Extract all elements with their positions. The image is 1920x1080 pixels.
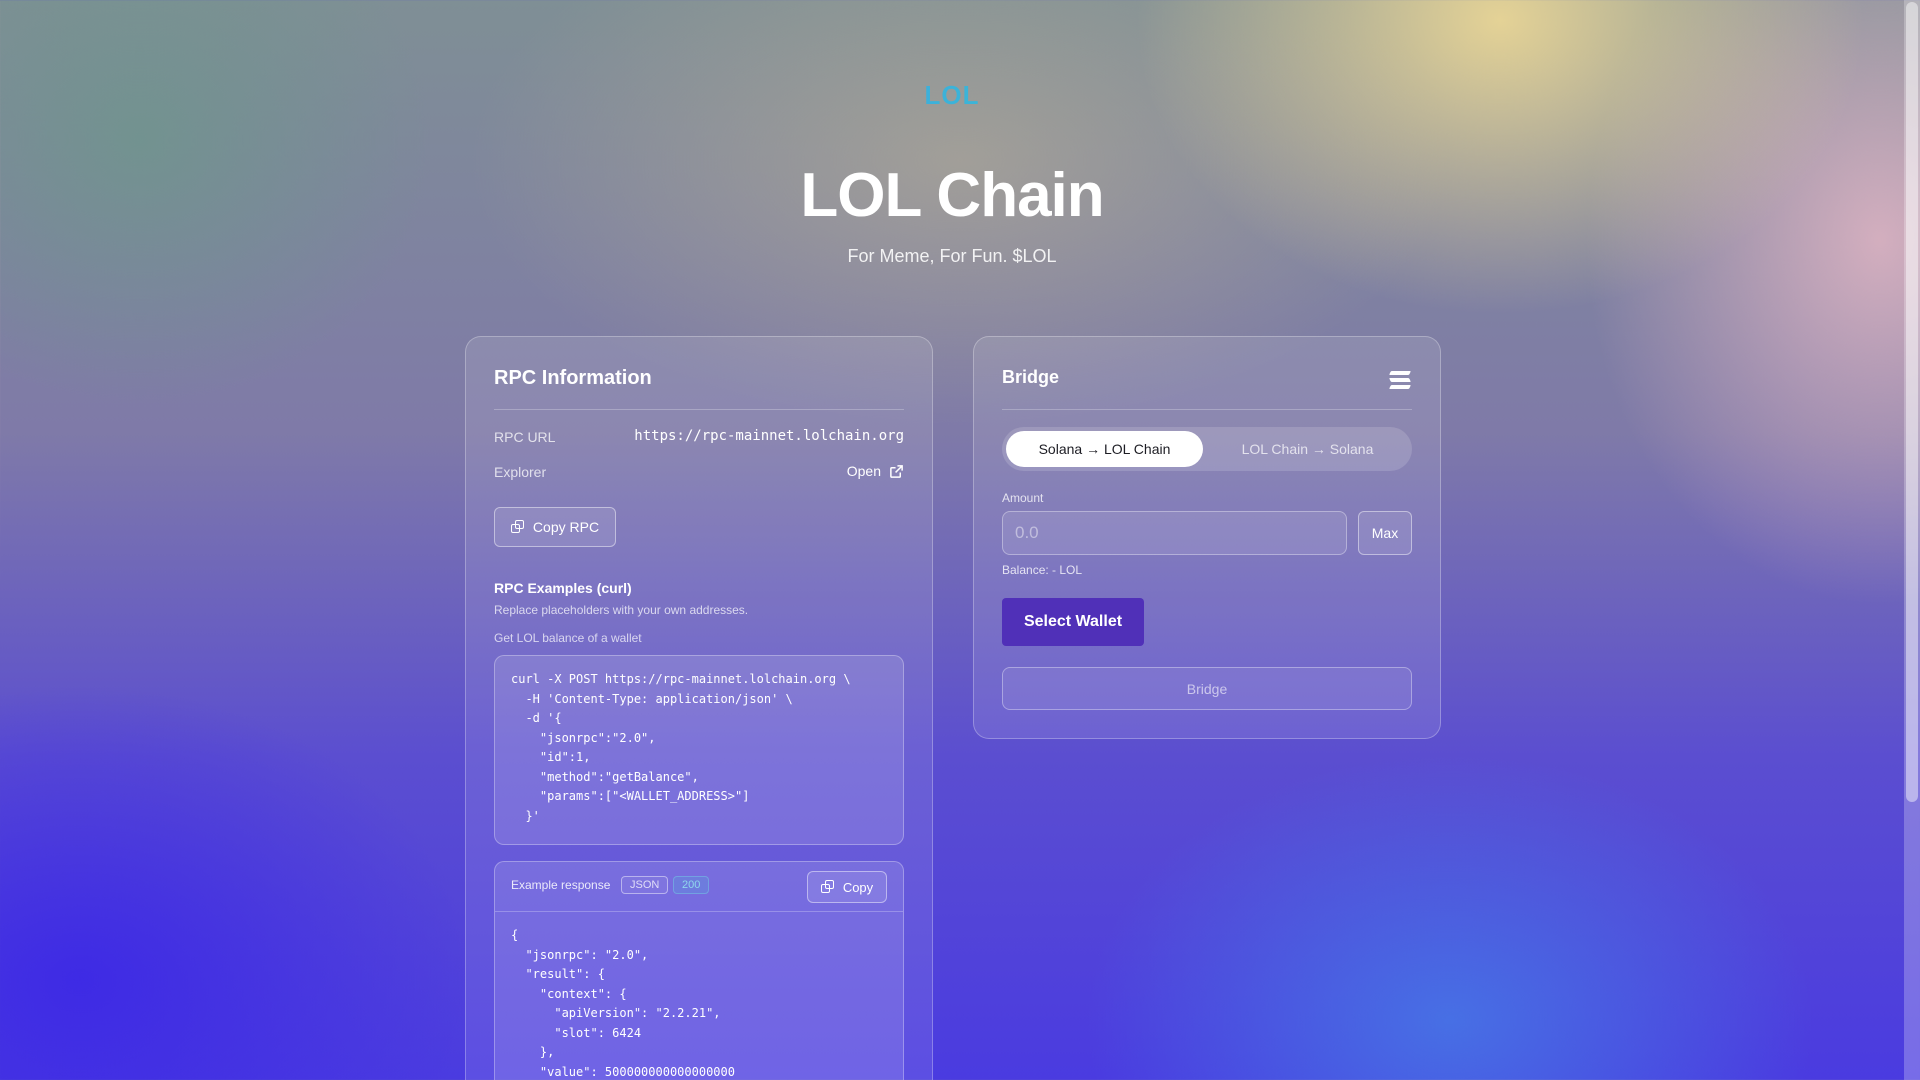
copy-rpc-button[interactable]: Copy RPC <box>494 507 616 547</box>
rpc-url-value: https://rpc-mainnet.lolchain.org <box>634 428 904 444</box>
response-status-badge: 200 <box>673 876 710 894</box>
scrollbar-thumb[interactable] <box>1906 2 1918 802</box>
amount-label: Amount <box>1002 491 1044 505</box>
copy-icon <box>820 880 835 894</box>
rpc-card-title: RPC Information <box>494 367 652 389</box>
page-subtitle: For Meme, For Fun. $LOL <box>847 246 1057 266</box>
rpc-examples-hint: Replace placeholders with your own addre… <box>494 603 749 617</box>
solana-icon <box>1389 371 1411 389</box>
page-scrollbar[interactable] <box>1904 0 1920 1080</box>
example-response-label: Example response <box>511 878 611 892</box>
bridge-card-title: Bridge <box>1002 367 1060 387</box>
rpc-url-label: RPC URL <box>494 429 556 445</box>
select-wallet-button[interactable]: Select Wallet <box>1002 598 1144 646</box>
copy-response-button[interactable]: Copy <box>807 871 887 903</box>
tab-lol-to-solana[interactable]: LOL Chain → Solana <box>1207 431 1408 467</box>
copy-response-label: Copy <box>842 879 874 895</box>
response-code: { "jsonrpc": "2.0", "result": { "context… <box>511 928 735 1079</box>
rpc-info-card: RPC Information RPC URL https://rpc-main… <box>465 336 933 1080</box>
page-title: LOL Chain <box>800 161 1104 230</box>
tab-solana-to-lol[interactable]: Solana → LOL Chain <box>1006 431 1203 467</box>
explorer-open-label: Open <box>846 463 881 479</box>
curl-example-code: curl -X POST https://rpc-mainnet.lolchai… <box>511 672 851 823</box>
direction-toggle: Solana → LOL Chain LOL Chain → Solana <box>1002 427 1412 471</box>
example-label: Get LOL balance of a wallet <box>494 631 642 645</box>
explorer-open-link[interactable]: Open <box>847 463 904 479</box>
example-response-block: Example response JSON 200 Copy { "jsonrp… <box>494 861 904 1080</box>
bridge-card: Bridge Solana → LOL Chain LOL Chain → So… <box>973 336 1441 739</box>
balance-text: Balance: - LOL <box>1002 563 1083 577</box>
bridge-button[interactable]: Bridge <box>1002 667 1412 710</box>
amount-input[interactable] <box>1002 511 1347 555</box>
rpc-examples-title: RPC Examples (curl) <box>494 580 632 596</box>
brand-logo: LOL <box>0 80 1904 111</box>
curl-example-block: curl -X POST https://rpc-mainnet.lolchai… <box>494 655 904 845</box>
rpc-card-divider <box>494 409 904 410</box>
external-link-icon <box>890 464 903 478</box>
response-format-badge: JSON <box>621 876 669 894</box>
copy-icon <box>510 520 525 534</box>
explorer-label: Explorer <box>494 464 547 480</box>
max-button[interactable]: Max <box>1358 511 1412 555</box>
copy-rpc-label: Copy RPC <box>532 519 600 535</box>
bridge-card-divider <box>1002 409 1412 410</box>
response-divider <box>495 911 903 912</box>
